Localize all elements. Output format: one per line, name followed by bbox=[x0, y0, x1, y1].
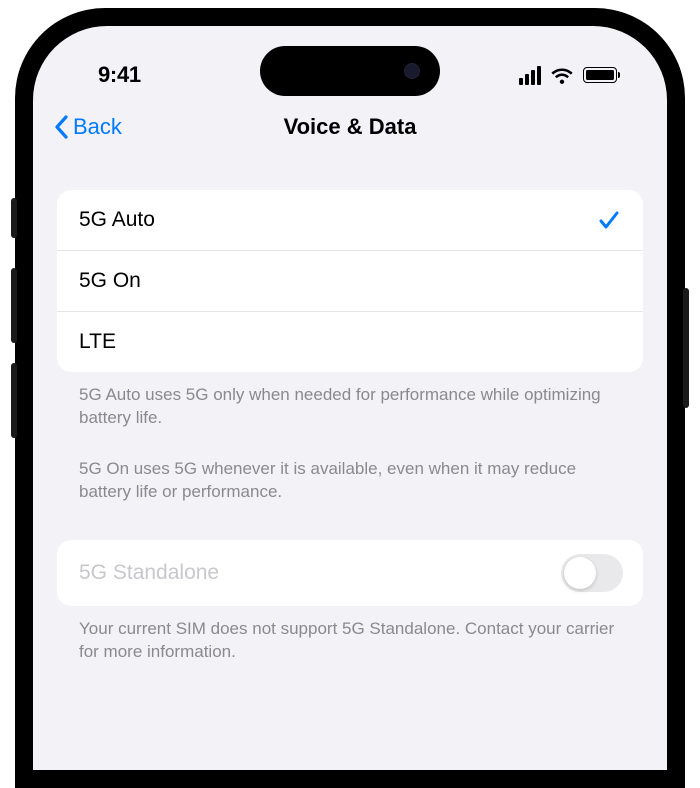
wifi-icon bbox=[550, 66, 574, 84]
option-lte[interactable]: LTE bbox=[57, 312, 643, 372]
voice-data-options: 5G Auto 5G On LTE bbox=[57, 190, 643, 372]
footer-5g-auto: 5G Auto uses 5G only when needed for per… bbox=[57, 372, 643, 430]
back-label: Back bbox=[73, 114, 122, 140]
standalone-row: 5G Standalone bbox=[57, 540, 643, 606]
back-button[interactable]: Back bbox=[53, 114, 122, 140]
option-label: 5G On bbox=[79, 269, 141, 293]
page-title: Voice & Data bbox=[284, 114, 417, 140]
cellular-icon bbox=[519, 66, 541, 85]
status-time: 9:41 bbox=[98, 62, 141, 88]
option-label: 5G Auto bbox=[79, 208, 155, 232]
status-indicators bbox=[519, 66, 617, 85]
navigation-bar: Back Voice & Data bbox=[33, 96, 667, 160]
dynamic-island bbox=[260, 46, 440, 96]
footer-5g-on: 5G On uses 5G whenever it is available, … bbox=[57, 446, 643, 504]
volume-up-button bbox=[11, 268, 17, 343]
screen: 9:41 Back Voice & Data bbox=[33, 26, 667, 770]
standalone-label: 5G Standalone bbox=[79, 561, 219, 585]
chevron-left-icon bbox=[53, 114, 71, 140]
volume-down-button bbox=[11, 363, 17, 438]
content-area: 5G Auto 5G On LTE 5G Auto uses 5G only w… bbox=[33, 160, 667, 664]
standalone-toggle[interactable] bbox=[561, 554, 623, 592]
battery-icon bbox=[583, 67, 617, 83]
power-button bbox=[683, 288, 689, 408]
standalone-group: 5G Standalone bbox=[57, 540, 643, 606]
side-button bbox=[11, 198, 17, 238]
option-5g-on[interactable]: 5G On bbox=[57, 251, 643, 312]
footer-standalone: Your current SIM does not support 5G Sta… bbox=[57, 606, 643, 664]
checkmark-icon bbox=[597, 208, 621, 232]
option-label: LTE bbox=[79, 330, 116, 354]
toggle-knob bbox=[564, 557, 596, 589]
option-5g-auto[interactable]: 5G Auto bbox=[57, 190, 643, 251]
phone-frame: 9:41 Back Voice & Data bbox=[15, 8, 685, 788]
